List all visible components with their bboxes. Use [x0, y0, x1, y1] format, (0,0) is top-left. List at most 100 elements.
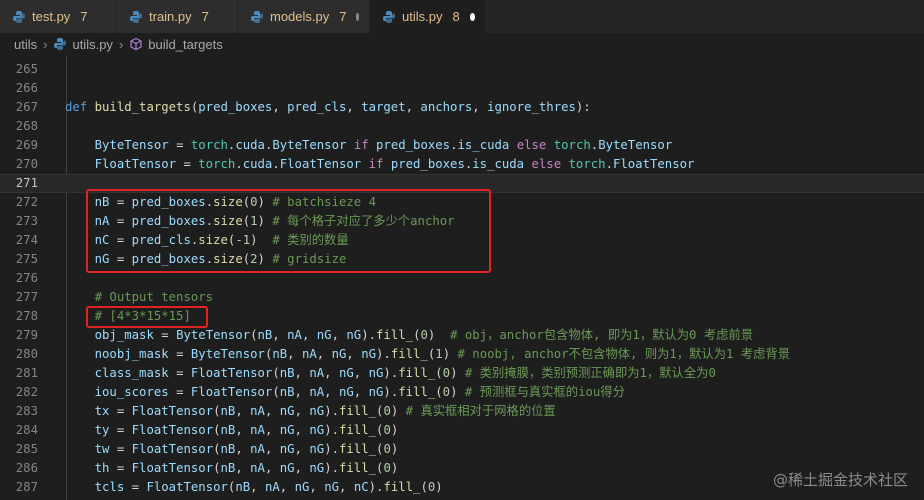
- code-line[interactable]: 279 obj_mask = ByteTensor(nB, nA, nG, nG…: [0, 326, 924, 345]
- code-token: ): [442, 347, 458, 361]
- tab-label: train.py: [149, 9, 192, 24]
- code-token: nB: [220, 423, 236, 437]
- code-line[interactable]: 269 ByteTensor = torch.cuda.ByteTensor i…: [0, 136, 924, 155]
- code-token: FloatTensor: [131, 423, 214, 437]
- code-token: ,: [287, 347, 302, 361]
- code-token: tw: [94, 442, 110, 456]
- code-text: ty = FloatTensor(nB, nA, nG, nG).fill_(0…: [65, 421, 399, 440]
- line-number: 277: [15, 290, 38, 304]
- code-token: nB: [257, 328, 273, 342]
- line-number: 274: [15, 233, 38, 247]
- code-token: nA: [250, 423, 265, 437]
- code-token: 0: [442, 366, 451, 380]
- code-token: nG: [279, 404, 295, 418]
- code-text: obj_mask = ByteTensor(nB, nA, nG, nG).fi…: [65, 326, 753, 345]
- code-token: is_cuda: [457, 138, 510, 152]
- code-line[interactable]: 283 tx = FloatTensor(nB, nA, nG, nG).fil…: [0, 402, 924, 421]
- code-line[interactable]: 277 # Output tensors: [0, 288, 924, 307]
- code-token: nG: [309, 423, 325, 437]
- code-token: =: [109, 404, 132, 418]
- code-token: ).: [324, 461, 339, 475]
- code-line[interactable]: 265: [0, 60, 924, 79]
- line-number: 276: [15, 271, 38, 285]
- line-number: 273: [15, 214, 38, 228]
- code-token: is_cuda: [472, 157, 525, 171]
- code-token: ).: [324, 423, 339, 437]
- code-token: # noobj, anchor不包含物体, 则为1，默认为1 考虑背景: [457, 347, 791, 361]
- code-token: ,: [294, 461, 310, 475]
- unsaved-dot-icon[interactable]: [469, 12, 475, 21]
- breadcrumb-folder[interactable]: utils: [14, 37, 37, 52]
- code-token: ,: [235, 404, 251, 418]
- code-line[interactable]: 281 class_mask = FloatTensor(nB, nA, nG,…: [0, 364, 924, 383]
- code-token: ,: [264, 442, 280, 456]
- code-line[interactable]: 268: [0, 117, 924, 136]
- code-token: # 类别掩膜，类别预测正确即为1，默认全为0: [464, 366, 716, 380]
- line-number: 268: [15, 119, 38, 133]
- code-token: nA: [309, 366, 325, 380]
- code-token: (: [250, 328, 258, 342]
- tab-test-py[interactable]: test.py 7: [0, 0, 117, 33]
- code-token: fill_: [339, 461, 377, 475]
- code-token: nG: [338, 366, 354, 380]
- code-token: cuda: [235, 138, 265, 152]
- line-number: 285: [15, 442, 38, 456]
- highlight-box-size-lines: [86, 189, 491, 273]
- code-token: ,: [324, 366, 339, 380]
- code-token: nG: [309, 442, 325, 456]
- code-text: def build_targets(pred_boxes, pred_cls, …: [65, 98, 591, 117]
- code-line[interactable]: 266: [0, 79, 924, 98]
- code-token: FloatTensor: [94, 157, 177, 171]
- code-token: ,: [272, 100, 288, 114]
- code-token: (: [435, 385, 443, 399]
- chevron-right-icon: ›: [118, 36, 124, 52]
- code-line[interactable]: 280 noobj_mask = ByteTensor(nB, nA, nG, …: [0, 345, 924, 364]
- code-text: ByteTensor = torch.cuda.ByteTensor if pr…: [65, 136, 673, 155]
- tab-train-py[interactable]: train.py 7: [117, 0, 238, 33]
- code-token: fill_: [339, 404, 377, 418]
- code-token: FloatTensor: [131, 442, 214, 456]
- breadcrumb: utils › utils.py › build_targets: [0, 33, 924, 55]
- code-token: FloatTensor: [146, 480, 228, 494]
- code-line[interactable]: 285 tw = FloatTensor(nB, nA, nG, nG).fil…: [0, 440, 924, 459]
- code-token: ): [390, 404, 406, 418]
- line-number: 267: [15, 100, 38, 114]
- code-line[interactable]: 284 ty = FloatTensor(nB, nA, nG, nG).fil…: [0, 421, 924, 440]
- code-token: if: [353, 138, 369, 152]
- code-token: 0: [383, 404, 391, 418]
- code-line[interactable]: 282 iou_scores = FloatTensor(nB, nA, nG,…: [0, 383, 924, 402]
- tab-models-py[interactable]: models.py 7: [238, 0, 370, 33]
- tab-utils-py[interactable]: utils.py 8: [370, 0, 486, 33]
- code-line[interactable]: 267 def build_targets(pred_boxes, pred_cl…: [0, 98, 924, 117]
- code-editor[interactable]: 265 266 267 def build_targets(pred_boxes, p…: [0, 55, 924, 500]
- code-token: # 真实框相对于网格的位置: [405, 404, 556, 418]
- code-token: nB: [220, 404, 236, 418]
- code-token: .: [272, 157, 280, 171]
- unsaved-dot-icon[interactable]: [356, 12, 359, 21]
- code-token: FloatTensor: [612, 157, 695, 171]
- line-number: 286: [15, 461, 38, 475]
- code-token: nB: [279, 385, 295, 399]
- tab-label: utils.py: [402, 9, 443, 24]
- code-token: (: [272, 366, 280, 380]
- code-text: FloatTensor = torch.cuda.FloatTensor if …: [65, 155, 695, 174]
- breadcrumb-symbol[interactable]: build_targets: [148, 37, 222, 52]
- code-token: nA: [250, 461, 265, 475]
- code-line[interactable]: 270 FloatTensor = torch.cuda.FloatTensor…: [0, 155, 924, 174]
- breadcrumb-file[interactable]: utils.py: [72, 37, 112, 52]
- code-text: tx = FloatTensor(nB, nA, nG, nG).fill_(0…: [65, 402, 556, 421]
- line-number: 281: [15, 366, 38, 380]
- code-token: nB: [272, 347, 288, 361]
- code-token: build_targets: [94, 100, 191, 114]
- code-token: =: [109, 423, 132, 437]
- code-token: target: [361, 100, 406, 114]
- python-file-icon: [12, 10, 26, 24]
- code-token: ignore_thres: [487, 100, 576, 114]
- code-token: ,: [235, 442, 251, 456]
- tab-bar: test.py 7 train.py 7 models.py 7 utils.py 8: [0, 0, 924, 33]
